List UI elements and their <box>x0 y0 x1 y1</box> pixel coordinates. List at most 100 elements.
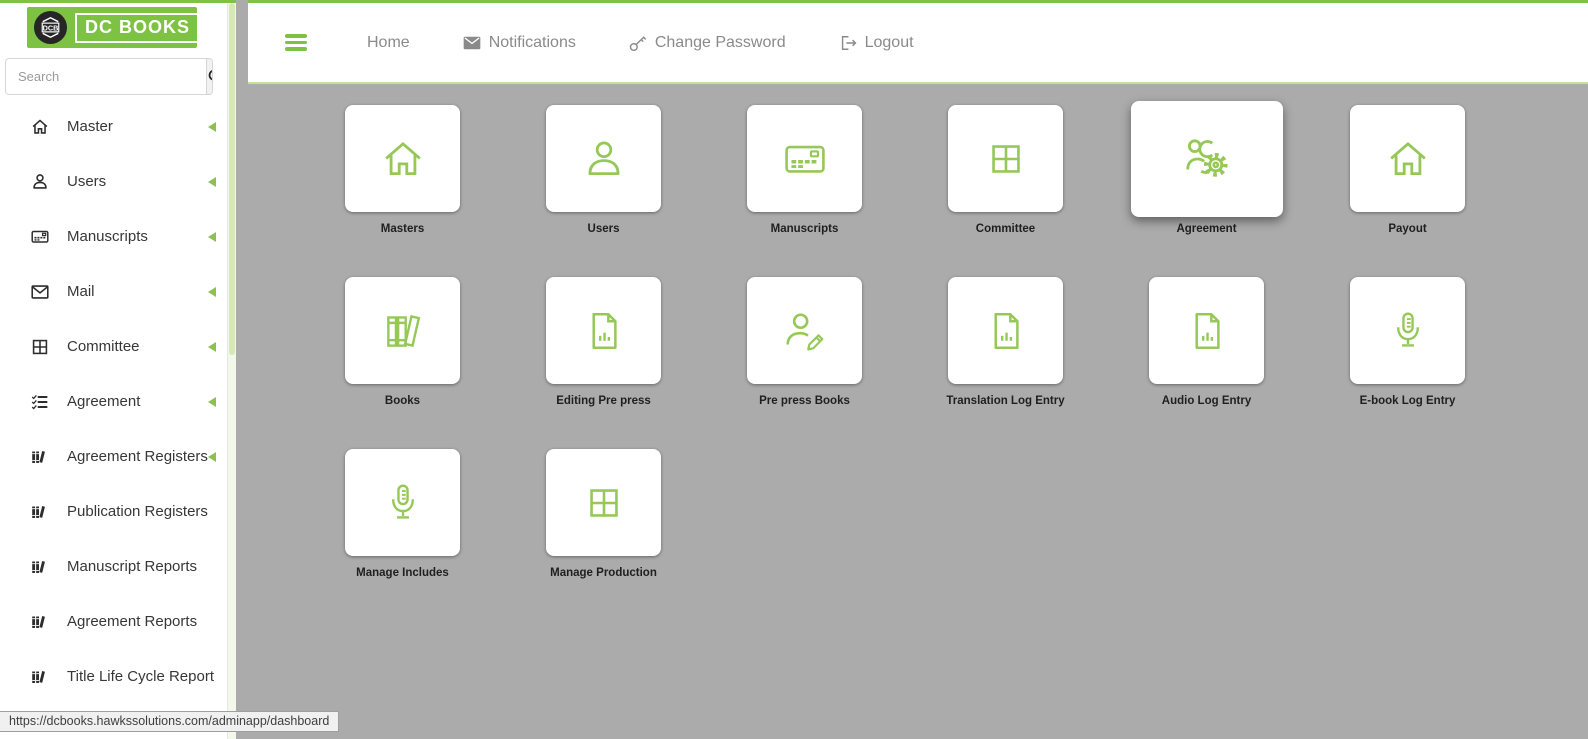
chevron-left-icon <box>208 397 216 407</box>
sidebar-item-agreement-registers[interactable]: Agreement Registers <box>0 429 236 484</box>
document-chart-icon <box>980 305 1032 357</box>
card-committee[interactable] <box>948 105 1063 212</box>
microphone-icon <box>1382 305 1434 357</box>
books-icon <box>377 305 429 357</box>
users-gear-icon <box>1179 131 1235 187</box>
user-icon <box>578 133 630 185</box>
sidebar-item-agreement[interactable]: Agreement <box>0 374 236 429</box>
dashboard-tile-users: Users <box>546 105 661 235</box>
nav-item-label: Home <box>367 34 410 52</box>
sidebar-item-master[interactable]: Master <box>0 99 236 154</box>
user-icon <box>29 171 51 193</box>
brand-name: DC BOOKS <box>75 13 200 43</box>
sidebar-item-publication-registers[interactable]: Publication Registers <box>0 484 236 539</box>
nav-item-home[interactable]: Home <box>367 34 410 52</box>
card-masters[interactable] <box>345 105 460 212</box>
card-label: Editing Pre press <box>556 395 651 407</box>
card-translation-log-entry[interactable] <box>948 277 1063 384</box>
sidebar-item-label: Title Life Cycle Report <box>67 668 214 685</box>
sidebar-item-label: Agreement Reports <box>67 613 197 630</box>
card-manuscripts[interactable] <box>747 105 862 212</box>
chevron-left-icon <box>208 232 216 242</box>
home-icon <box>29 116 51 138</box>
card-payout[interactable] <box>1350 105 1465 212</box>
grid-icon <box>980 133 1032 185</box>
card-label: Committee <box>976 223 1035 235</box>
sidebar-item-label: Users <box>67 173 106 190</box>
card-ebook-log-entry[interactable] <box>1350 277 1465 384</box>
sidebar-content-gap <box>236 0 248 739</box>
sidebar-item-mail[interactable]: Mail <box>0 264 236 319</box>
search-input[interactable] <box>6 59 206 94</box>
card-label: Manage Production <box>550 567 657 579</box>
navbar-items: Home Notifications Change Password Logou… <box>367 33 914 53</box>
chevron-left-icon <box>208 342 216 352</box>
sidebar-scrollbar[interactable] <box>227 3 236 739</box>
card-label: Agreement <box>1176 223 1236 235</box>
card-editing-pre-press[interactable] <box>546 277 661 384</box>
dashboard-tile-editing-pre-press: Editing Pre press <box>546 277 661 407</box>
dashboard-tile-books: Books <box>345 277 460 407</box>
sidebar-item-manuscript-reports[interactable]: Manuscript Reports <box>0 539 236 594</box>
card-icon <box>779 133 831 185</box>
card-label: Audio Log Entry <box>1162 395 1251 407</box>
dashboard-tile-audio-log-entry: Audio Log Entry <box>1149 277 1264 407</box>
dashboard-tile-manage-production: Manage Production <box>546 449 661 579</box>
search-button[interactable] <box>206 59 213 94</box>
chevron-left-icon <box>208 177 216 187</box>
sidebar-item-label: Mail <box>67 283 95 300</box>
sidebar-item-manuscripts[interactable]: Manuscripts <box>0 209 236 264</box>
card-audio-log-entry[interactable] <box>1149 277 1264 384</box>
sidebar-item-label: Agreement Registers <box>67 448 208 465</box>
dashboard-content: Masters Users Manuscripts Committee Agre <box>248 84 1588 739</box>
search-icon <box>207 68 213 86</box>
sidebar-menu: Master Users Manuscripts Mail Committee … <box>0 99 236 704</box>
hamburger-menu-icon[interactable] <box>285 34 307 51</box>
sidebar-item-label: Manuscript Reports <box>67 558 197 575</box>
chevron-left-icon <box>208 122 216 132</box>
books-icon <box>29 556 51 578</box>
brand-logo[interactable]: DCB DC BOOKS <box>27 7 197 48</box>
card-label: Translation Log Entry <box>946 395 1064 407</box>
sidebar-item-agreement-reports[interactable]: Agreement Reports <box>0 594 236 649</box>
home-icon <box>1382 133 1434 185</box>
dashboard-tile-manage-includes: Manage Includes <box>345 449 460 579</box>
chevron-left-icon <box>208 452 216 462</box>
books-icon <box>29 666 51 688</box>
card-manage-production[interactable] <box>546 449 661 556</box>
dashboard-tile-masters: Masters <box>345 105 460 235</box>
grid-icon <box>578 477 630 529</box>
home-icon <box>377 133 429 185</box>
brand-emblem-icon: DCB <box>33 10 68 45</box>
sidebar-item-label: Publication Registers <box>67 503 208 520</box>
dashboard-tile-pre-press-books: Pre press Books <box>747 277 862 407</box>
status-bar-url: https://dcbooks.hawkssolutions.com/admin… <box>0 711 339 732</box>
dashboard-tile-ebook-log-entry: E-book Log Entry <box>1350 277 1465 407</box>
nav-item-change-password[interactable]: Change Password <box>628 33 786 53</box>
dashboard-tile-agreement: Agreement <box>1149 105 1264 235</box>
chevron-left-icon <box>208 287 216 297</box>
card-label: Payout <box>1388 223 1426 235</box>
books-icon <box>29 611 51 633</box>
envelope-icon <box>462 33 482 53</box>
card-pre-press-books[interactable] <box>747 277 862 384</box>
card-label: Manage Includes <box>356 567 449 579</box>
books-icon <box>29 501 51 523</box>
nav-item-notifications[interactable]: Notifications <box>462 33 576 53</box>
sidebar-item-title-life-cycle-report[interactable]: Title Life Cycle Report <box>0 649 236 704</box>
card-agreement[interactable] <box>1131 101 1283 217</box>
card-users[interactable] <box>546 105 661 212</box>
sidebar-item-committee[interactable]: Committee <box>0 319 236 374</box>
mail-icon <box>29 281 51 303</box>
nav-item-label: Change Password <box>655 34 786 52</box>
microphone-icon <box>377 477 429 529</box>
sidebar-scrollbar-thumb[interactable] <box>229 3 235 355</box>
card-label: E-book Log Entry <box>1360 395 1456 407</box>
dashboard-tile-translation-log-entry: Translation Log Entry <box>948 277 1063 407</box>
dashboard-card-grid: Masters Users Manuscripts Committee Agre <box>248 84 1588 579</box>
sidebar-item-users[interactable]: Users <box>0 154 236 209</box>
card-manage-includes[interactable] <box>345 449 460 556</box>
brand-monogram: DCB <box>43 23 59 32</box>
nav-item-logout[interactable]: Logout <box>838 33 914 53</box>
card-books[interactable] <box>345 277 460 384</box>
